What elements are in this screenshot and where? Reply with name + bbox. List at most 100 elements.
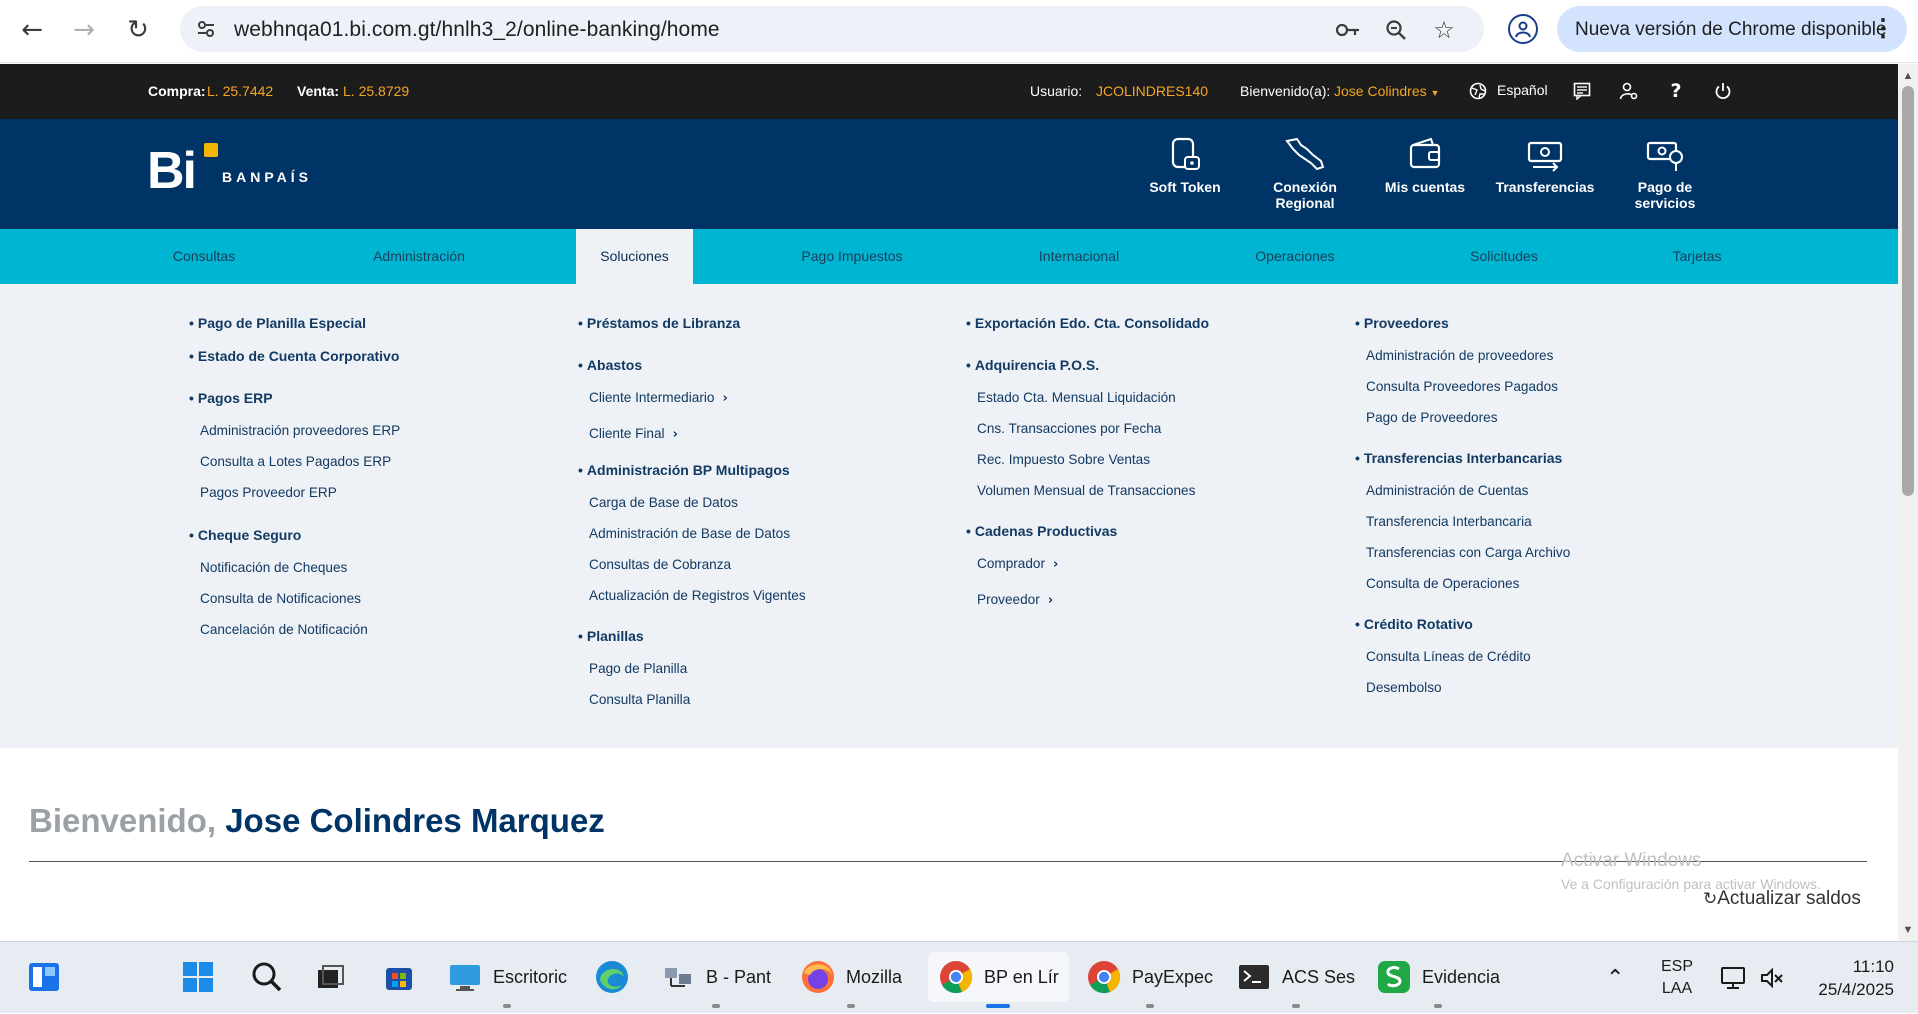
menu-subitem[interactable]: Actualización de Registros Vigentes: [578, 585, 806, 625]
store-icon: [381, 959, 417, 995]
menu-subitem[interactable]: Cliente Final ›: [578, 423, 806, 459]
menu-heading[interactable]: • Cadenas Productivas: [966, 520, 1209, 553]
transferencias-button[interactable]: Transferencias: [1490, 135, 1600, 195]
url-text[interactable]: webhnqa01.bi.com.gt/hnlh3_2/online-banki…: [234, 18, 720, 42]
menu-subitem[interactable]: Consulta a Lotes Pagados ERP: [189, 451, 400, 482]
menu-subitem[interactable]: Consulta de Notificaciones: [189, 588, 400, 619]
taskbar-app-bp-en-linea[interactable]: BP en Lír: [928, 952, 1069, 1008]
widgets-button[interactable]: [26, 952, 62, 1002]
menu-heading[interactable]: • Abastos: [578, 354, 806, 387]
start-button[interactable]: [180, 952, 216, 1002]
menu-subitem[interactable]: Notificación de Cheques: [189, 557, 400, 588]
tray-overflow-chevron-icon[interactable]: ⌃: [1606, 942, 1624, 1014]
password-key-icon[interactable]: [1334, 16, 1362, 44]
refresh-balances-button[interactable]: ↻Actualizar saldos: [1703, 888, 1861, 910]
network-icon[interactable]: [1720, 942, 1746, 1014]
taskbar-app-evidencia[interactable]: Evidencia: [1376, 952, 1500, 1008]
profile-icon[interactable]: [1508, 14, 1538, 44]
menu-soluciones[interactable]: Soluciones: [576, 229, 693, 284]
pago-servicios-button[interactable]: Pago de servicios: [1610, 135, 1720, 211]
messages-icon[interactable]: [1568, 77, 1596, 105]
soft-token-button[interactable]: Soft Token: [1130, 135, 1240, 195]
forward-arrow-icon[interactable]: →: [66, 12, 102, 48]
menu-subitem[interactable]: Administración de Cuentas: [1355, 480, 1570, 511]
globe-icon[interactable]: [1464, 77, 1492, 105]
volume-muted-icon[interactable]: [1759, 942, 1785, 1014]
menu-heading[interactable]: • Crédito Rotativo: [1355, 613, 1570, 646]
task-view-button[interactable]: [312, 952, 348, 1002]
menu-subitem[interactable]: Pagos Proveedor ERP: [189, 482, 400, 524]
conexion-regional-button[interactable]: Conexión Regional: [1250, 135, 1360, 211]
search-button[interactable]: [249, 952, 285, 1002]
menu-subitem[interactable]: Consultas de Cobranza: [578, 554, 806, 585]
chrome-update-button[interactable]: Nueva versión de Chrome disponible ⋮: [1557, 6, 1907, 52]
menu-heading[interactable]: • Planillas: [578, 625, 806, 658]
menu-subitem[interactable]: Consulta Proveedores Pagados: [1355, 376, 1570, 407]
menu-heading[interactable]: • Cheque Seguro: [189, 524, 400, 557]
menu-heading[interactable]: • Pago de Planilla Especial: [189, 312, 400, 345]
menu-subitem[interactable]: Cancelación de Notificación: [189, 619, 400, 650]
menu-subitem[interactable]: Administración de Base de Datos: [578, 523, 806, 554]
menu-heading[interactable]: • Proveedores: [1355, 312, 1570, 345]
page-scrollbar[interactable]: ▲ ▼: [1898, 64, 1918, 941]
menu-operaciones[interactable]: Operaciones: [1235, 229, 1355, 284]
store-button[interactable]: [381, 952, 417, 1002]
menu-subitem[interactable]: Rec. Impuesto Sobre Ventas: [966, 449, 1209, 480]
menu-subitem[interactable]: Comprador ›: [966, 553, 1209, 589]
menu-subitem[interactable]: Consulta de Operaciones: [1355, 573, 1570, 613]
taskbar-app-acs[interactable]: ACS Ses: [1236, 952, 1355, 1008]
menu-subitem[interactable]: Desembolso: [1355, 677, 1570, 708]
taskbar-app-b-pant[interactable]: B - Pant: [660, 952, 771, 1008]
menu-heading[interactable]: • Pagos ERP: [189, 387, 400, 420]
menu-solicitudes[interactable]: Solicitudes: [1444, 229, 1564, 284]
menu-subitem[interactable]: Consulta Líneas de Crédito: [1355, 646, 1570, 677]
language-selector[interactable]: Español: [1497, 82, 1548, 98]
address-bar[interactable]: webhnqa01.bi.com.gt/hnlh3_2/online-banki…: [180, 6, 1484, 52]
menu-internacional[interactable]: Internacional: [1019, 229, 1139, 284]
scroll-up-arrow-icon[interactable]: ▲: [1902, 70, 1914, 82]
input-language-indicator[interactable]: ESP LAA: [1661, 942, 1693, 1014]
power-logout-icon[interactable]: [1709, 77, 1737, 105]
menu-heading[interactable]: • Adquirencia P.O.S.: [966, 354, 1209, 387]
zoom-icon[interactable]: [1382, 16, 1410, 44]
menu-heading[interactable]: • Estado de Cuenta Corporativo: [189, 345, 400, 387]
menu-subitem[interactable]: Administración proveedores ERP: [189, 420, 400, 451]
user-settings-icon[interactable]: [1615, 77, 1643, 105]
menu-subitem[interactable]: Transferencias con Carga Archivo: [1355, 542, 1570, 573]
menu-subitem[interactable]: Estado Cta. Mensual Liquidación: [966, 387, 1209, 418]
taskbar-app-escritorio[interactable]: Escritoric: [447, 952, 567, 1008]
site-settings-icon[interactable]: [194, 17, 218, 41]
menu-heading[interactable]: • Préstamos de Libranza: [578, 312, 806, 354]
menu-pago-impuestos[interactable]: Pago Impuestos: [782, 229, 922, 284]
taskbar-app-edge[interactable]: [594, 952, 630, 1002]
taskbar-app-payexpec[interactable]: PayExpec: [1086, 952, 1213, 1008]
mis-cuentas-button[interactable]: Mis cuentas: [1370, 135, 1480, 195]
menu-heading[interactable]: • Exportación Edo. Cta. Consolidado: [966, 312, 1209, 354]
kebab-menu-icon[interactable]: ⋮: [1871, 14, 1895, 43]
user-menu-toggle[interactable]: Jose Colindres ▼: [1334, 83, 1439, 99]
running-indicator: [1291, 1004, 1300, 1008]
bookmark-star-icon[interactable]: ☆: [1430, 16, 1458, 44]
menu-tarjetas[interactable]: Tarjetas: [1637, 229, 1757, 284]
scrollbar-thumb[interactable]: [1902, 86, 1914, 496]
menu-subitem[interactable]: Proveedor ›: [966, 589, 1209, 625]
scroll-down-arrow-icon[interactable]: ▼: [1902, 924, 1914, 936]
menu-subitem[interactable]: Cliente Intermediario ›: [578, 387, 806, 423]
reload-icon[interactable]: ↻: [120, 12, 156, 48]
menu-subitem[interactable]: Administración de proveedores: [1355, 345, 1570, 376]
help-icon[interactable]: ?: [1662, 77, 1690, 105]
menu-subitem[interactable]: Cns. Transacciones por Fecha: [966, 418, 1209, 449]
menu-subitem[interactable]: Pago de Planilla: [578, 658, 806, 689]
taskbar-app-mozilla[interactable]: Mozilla: [800, 952, 902, 1008]
menu-consultas[interactable]: Consultas: [144, 229, 264, 284]
menu-administracion[interactable]: Administración: [349, 229, 489, 284]
clock[interactable]: 11:10 25/4/2025: [1810, 942, 1894, 1014]
menu-subitem[interactable]: Consulta Planilla: [578, 689, 806, 720]
menu-subitem[interactable]: Carga de Base de Datos: [578, 492, 806, 523]
menu-heading[interactable]: • Transferencias Interbancarias: [1355, 447, 1570, 480]
menu-heading[interactable]: • Administración BP Multipagos: [578, 459, 806, 492]
menu-subitem[interactable]: Transferencia Interbancaria: [1355, 511, 1570, 542]
menu-subitem[interactable]: Pago de Proveedores: [1355, 407, 1570, 447]
back-arrow-icon[interactable]: ←: [14, 12, 50, 48]
menu-subitem[interactable]: Volumen Mensual de Transacciones: [966, 480, 1209, 520]
